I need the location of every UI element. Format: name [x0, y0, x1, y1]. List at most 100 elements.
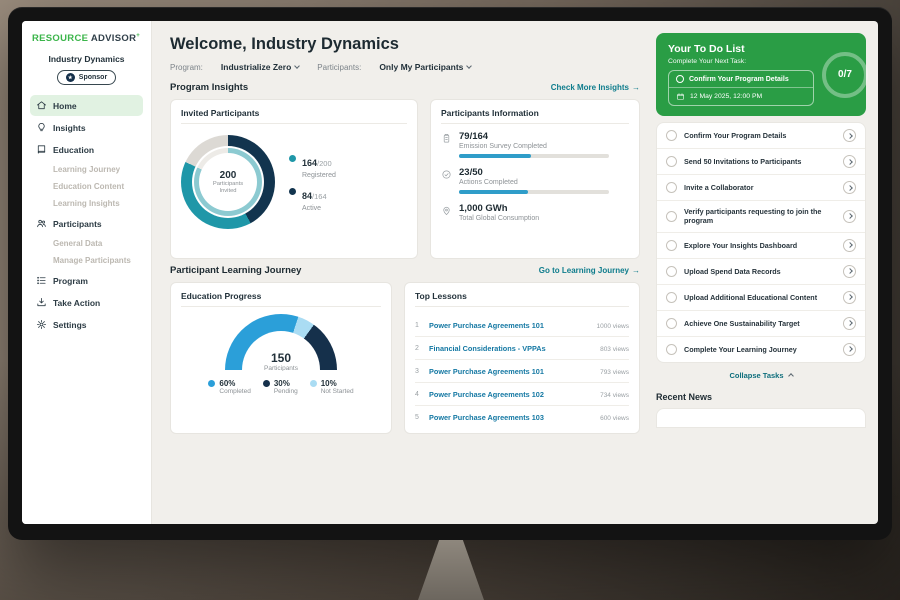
legend-total: /164 — [312, 192, 327, 201]
sidebar-item-learning-insights[interactable]: Learning Insights — [30, 195, 143, 212]
program-filter-dropdown[interactable]: Industrialize Zero — [221, 62, 299, 72]
todo-task[interactable]: Achieve One Sustainability Target — [657, 311, 865, 337]
legend-label: Not Started — [321, 388, 354, 395]
legend-value: 30% — [274, 379, 290, 388]
chevron-right-icon[interactable] — [843, 181, 856, 194]
sidebar-item-general-data[interactable]: General Data — [30, 235, 143, 252]
legend-value: 60% — [219, 379, 235, 388]
chevron-down-icon — [467, 63, 473, 69]
lesson-title-link[interactable]: Power Purchase Agreements 101 — [429, 367, 594, 376]
program-filter-value: Industrialize Zero — [221, 62, 291, 72]
participants-filter-dropdown[interactable]: Only My Participants — [379, 62, 471, 72]
sidebar-item-education[interactable]: Education — [30, 139, 143, 160]
sidebar-item-program[interactable]: Program — [30, 270, 143, 291]
task-checkbox[interactable] — [666, 240, 677, 251]
sponsor-badge[interactable]: ★ Sponsor — [57, 70, 116, 85]
participants-filter-value: Only My Participants — [379, 62, 463, 72]
task-checkbox[interactable] — [666, 292, 677, 303]
lesson-views-suffix: views — [611, 369, 629, 376]
legend-label: Completed — [219, 388, 250, 395]
recent-news-title: Recent News — [656, 392, 866, 402]
task-checkbox[interactable] — [666, 156, 677, 167]
emission-survey-row: 79/164 Emission Survey Completed — [441, 131, 629, 158]
filters-row: Program: Industrialize Zero Participants… — [170, 62, 640, 72]
legend-total: /200 — [317, 159, 332, 168]
lesson-rank: 4 — [415, 391, 423, 398]
main-content: Welcome, Industry Dynamics Program: Indu… — [152, 21, 652, 524]
lesson-rank: 2 — [415, 345, 423, 352]
collapse-tasks-link[interactable]: Collapse Tasks — [656, 371, 866, 380]
sidebar-item-education-content[interactable]: Education Content — [30, 178, 143, 195]
legend-dot — [208, 380, 215, 387]
chevron-right-icon[interactable] — [843, 265, 856, 278]
sidebar-item-take-action[interactable]: Take Action — [30, 292, 143, 313]
top-lessons-card: Top Lessons 1 Power Purchase Agreements … — [404, 282, 640, 434]
clipboard-icon — [441, 133, 452, 144]
legend-label: Pending — [274, 388, 298, 395]
logo-plus: + — [136, 33, 140, 39]
task-checkbox[interactable] — [676, 75, 684, 83]
calendar-icon — [676, 92, 685, 101]
lesson-row: 3 Power Purchase Agreements 101 793 view… — [415, 360, 629, 383]
legend-item-active: 84/164 Active — [289, 186, 336, 212]
learning-cards-row: Education Progress 150 Participants 60 — [170, 282, 640, 434]
legend-dot — [310, 380, 317, 387]
lesson-title-link[interactable]: Power Purchase Agreements 103 — [429, 413, 594, 422]
monitor-stand — [418, 540, 484, 600]
task-label: Invite a Collaborator — [684, 183, 836, 192]
todo-task[interactable]: Upload Additional Educational Content — [657, 285, 865, 311]
todo-task[interactable]: Invite a Collaborator — [657, 175, 865, 201]
task-checkbox[interactable] — [666, 130, 677, 141]
metric-value: 23/50 — [459, 167, 609, 178]
chevron-right-icon[interactable] — [843, 155, 856, 168]
task-checkbox[interactable] — [666, 182, 677, 193]
todo-task[interactable]: Confirm Your Program Details — [657, 123, 865, 149]
sidebar-item-label: Program — [53, 276, 88, 286]
next-task-box: Confirm Your Program Details 12 May 2025… — [668, 70, 814, 106]
todo-task[interactable]: Explore Your Insights Dashboard — [657, 233, 865, 259]
chevron-right-icon[interactable] — [843, 129, 856, 142]
chevron-right-icon[interactable] — [843, 239, 856, 252]
task-checkbox[interactable] — [666, 344, 677, 355]
todo-task[interactable]: Upload Spend Data Records — [657, 259, 865, 285]
check-circle-icon — [441, 169, 452, 180]
monitor-bezel: RESOURCE ADVISOR+ Industry Dynamics ★ Sp… — [8, 7, 892, 540]
sidebar-item-settings[interactable]: Settings — [30, 314, 143, 335]
sidebar-item-insights[interactable]: Insights — [30, 117, 143, 138]
next-task-row[interactable]: Confirm Your Program Details — [669, 71, 813, 88]
task-checkbox[interactable] — [666, 318, 677, 329]
gauge-center-label: Participants — [225, 365, 337, 371]
lesson-title-link[interactable]: Financial Considerations - VPPAs — [429, 344, 594, 353]
legend-label: Active — [302, 205, 327, 212]
sidebar-item-manage-participants[interactable]: Manage Participants — [30, 252, 143, 269]
lesson-views: 734 — [600, 392, 611, 399]
lesson-title-link[interactable]: Power Purchase Agreements 101 — [429, 321, 590, 330]
lesson-views: 1000 — [596, 323, 610, 330]
due-date-row: 12 May 2025, 12:00 PM — [669, 88, 813, 105]
todo-task[interactable]: Verify participants requesting to join t… — [657, 201, 865, 233]
chevron-up-icon — [788, 373, 794, 379]
sidebar-item-participants[interactable]: Participants — [30, 213, 143, 234]
lesson-title-link[interactable]: Power Purchase Agreements 102 — [429, 390, 594, 399]
task-checkbox[interactable] — [666, 266, 677, 277]
chevron-right-icon[interactable] — [843, 210, 856, 223]
todo-task[interactable]: Send 50 Invitations to Participants — [657, 149, 865, 175]
sidebar-item-learning-journey[interactable]: Learning Journey — [30, 161, 143, 178]
legend-value: 84 — [302, 191, 312, 201]
sidebar-subitem-label: General Data — [53, 239, 102, 248]
progress-fill — [459, 190, 528, 194]
sidebar-item-label: Insights — [53, 123, 86, 133]
check-more-insights-link[interactable]: Check More Insights → — [551, 83, 640, 92]
chevron-down-icon — [294, 63, 300, 69]
lesson-views-suffix: views — [611, 346, 629, 353]
metric-label: Actions Completed — [459, 179, 609, 186]
task-checkbox[interactable] — [666, 211, 677, 222]
todo-task[interactable]: Complete Your Learning Journey — [657, 337, 865, 362]
go-to-learning-journey-link[interactable]: Go to Learning Journey → — [539, 266, 640, 275]
chevron-right-icon[interactable] — [843, 291, 856, 304]
sidebar-item-home[interactable]: Home — [30, 95, 143, 116]
chevron-right-icon[interactable] — [843, 317, 856, 330]
chevron-right-icon[interactable] — [843, 343, 856, 356]
link-label: Check More Insights — [551, 83, 629, 92]
legend-label: Registered — [302, 172, 336, 179]
